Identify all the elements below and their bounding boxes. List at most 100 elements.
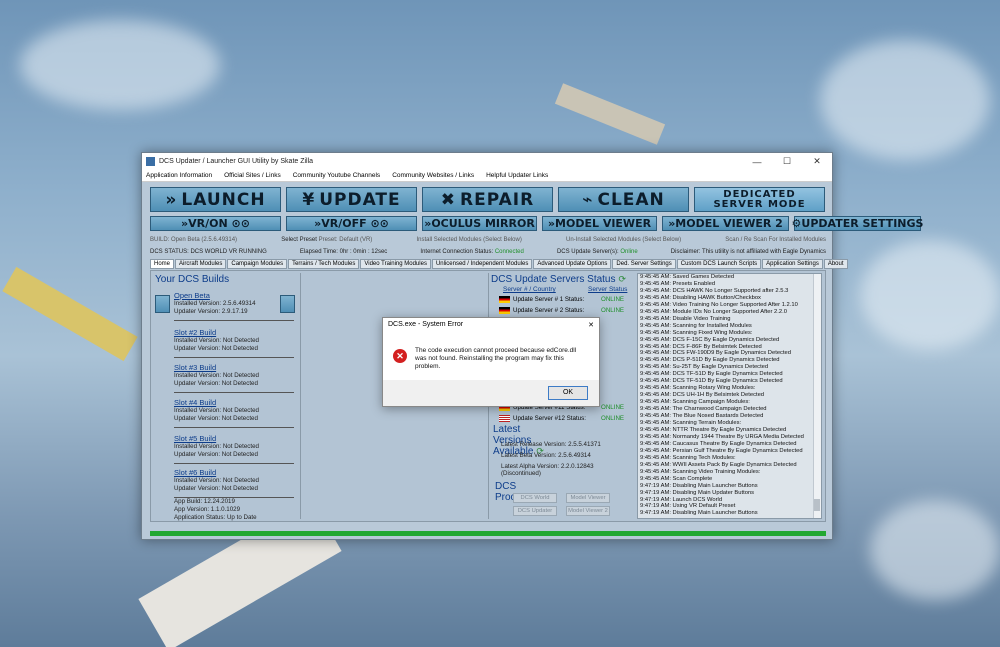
dcs-world-process-button[interactable]: DCS World [513,493,557,503]
secondary-buttons: » VR/ON ⊙⊙ » VR/OFF ⊙⊙ » OCULUS MIRROR » MOD… [150,216,923,231]
latest-release: Latest Release Version: 2.5.5.41371 [501,441,601,448]
log-line: 9:47:19 AM: Using VR Default Preset [640,503,736,510]
tab-advanced-update[interactable]: Advanced Update Options [533,259,612,269]
menu-application-information[interactable]: Application Information [146,172,212,179]
preset-select[interactable]: Preset: Default (VR) [319,237,373,243]
menu-bar: Application Information Official Sites /… [142,170,832,182]
menu-community-youtube[interactable]: Community Youtube Channels [293,172,380,179]
build-slot-name[interactable]: Slot #5 Build [174,435,289,443]
cloud [20,20,220,110]
dedicated-server-button[interactable]: DEDICATED SERVER MODE [694,187,825,212]
ok-button[interactable]: OK [548,386,588,400]
tab-ded-server[interactable]: Ded. Server Settings [612,259,676,269]
repair-label: REPAIR [460,189,535,210]
cloud [860,240,1000,350]
broom-icon: ⌁ [582,189,594,210]
tab-video-training[interactable]: Video Training Modules [360,259,431,269]
error-icon: ✕ [393,349,407,363]
tab-terrains[interactable]: Terrains / Tech Modules [288,259,360,269]
install-selected-button[interactable]: Install Selected Modules (Select Below) [416,237,521,243]
log-line: 9:45:45 AM: Scanning Fixed Wing Modules: [640,329,753,336]
installed-version: Installed Version: 2.5.6.49314 [174,300,256,307]
germany-flag-icon [499,296,510,303]
dedicated-label-2: SERVER MODE [713,198,806,210]
build-slot: Slot #4 Build Installed Version: Not Det… [174,399,294,428]
server-status: ONLINE [601,296,625,303]
tab-launch-scripts[interactable]: Custom DCS Launch Scripts [676,259,762,269]
scrollbar-thumb[interactable] [814,499,820,511]
tab-unlicensed[interactable]: Unlicensed / Independent Modules [431,259,533,269]
model-viewer-2-button[interactable]: » MODEL VIEWER 2 [662,216,789,231]
launch-button[interactable]: » LAUNCH [150,187,281,212]
builds-section: Your DCS Builds Open Beta Installed Vers… [154,273,301,521]
status-column-header: Server Status [588,286,628,293]
divider [174,427,294,428]
model-viewer-label: MODEL VIEWER [555,217,652,230]
tools-icon: ✖ [440,189,457,210]
log-line: 9:45:45 AM: Scanning Terrain Modules: [640,420,742,427]
menu-official-sites[interactable]: Official Sites / Links [224,172,281,179]
log-line: 9:45:45 AM: The Charnwood Campaign Detec… [640,406,767,413]
clean-button[interactable]: ⌁ CLEAN [558,187,689,212]
log-line: 9:45:45 AM: DCS UH-1H By Belsimtek Detec… [640,392,765,399]
vr-on-label: VR/ON [188,217,228,230]
oculus-mirror-label: OCULUS MIRROR [431,217,535,230]
tab-campaign-modules[interactable]: Campaign Modules [227,259,288,269]
build-slot-name[interactable]: Slot #2 Build [174,329,289,337]
log-line: 9:47:19 AM: Disabling Main Launcher Butt… [640,510,758,517]
server-label: Update Server # 2 Status: [513,307,585,314]
updater-version: Updater Version: Not Detected [174,380,258,387]
model-viewer-button[interactable]: » MODEL VIEWER [542,216,657,231]
updater-settings-button[interactable]: ⚙ UPDATER SETTINGS [792,216,923,231]
uninstall-selected-button[interactable]: Un-Install Selected Modules (Select Belo… [566,237,681,243]
log-line: 9:45:45 AM: Su-25T By Eagle Dynamics Det… [640,364,769,371]
log-line: 9:45:45 AM: Scanning Video Training Modu… [640,468,761,475]
build-slot-name[interactable]: Slot #3 Build [174,364,289,372]
dcs-updater-process-button[interactable]: DCS Updater [513,506,557,516]
log-line: 9:45:45 AM: DCS FW-190D9 By Eagle Dynami… [640,350,791,357]
dialog-close-button[interactable]: ✕ [588,321,594,329]
dedicated-label-1: DEDICATED [723,188,796,200]
build-slot-name[interactable]: Slot #6 Build [174,469,289,477]
build-slot-name[interactable]: Open Beta [174,292,289,300]
minimize-button[interactable]: — [742,157,772,167]
build-slot-name[interactable]: Slot #4 Build [174,399,289,407]
log-console[interactable]: 9:45:45 AM: Saved Games Detected 9:45:45 … [637,273,822,519]
build-slot: Open Beta Installed Version: 2.5.6.49314… [174,292,294,321]
vr-headset-icon: ⊙⊙ [370,217,389,230]
updater-version: Updater Version: 2.9.17.19 [174,308,248,315]
menu-community-websites[interactable]: Community Websites / Links [392,172,474,179]
server-row: Update Server # 1 Status: ONLINE [499,296,629,303]
tab-app-settings[interactable]: Application Settings [762,259,823,269]
maximize-button[interactable]: ☐ [772,156,802,167]
tab-bar: Home Aircraft Modules Campaign Modules T… [150,259,849,269]
build-left-button[interactable] [155,295,170,313]
repair-button[interactable]: ✖ REPAIR [422,187,553,212]
select-preset-label: Select Preset [281,237,317,243]
info-row-1: BUILD: Open Beta (2.5.6.49314) Select Pr… [150,237,826,243]
dialog-message: The code execution cannot proceed becaus… [415,347,577,370]
disclaimer: Disclaimer: This utility is not affiliat… [670,249,826,255]
tab-aircraft-modules[interactable]: Aircraft Modules [175,259,227,269]
tab-home[interactable]: Home [150,259,175,269]
dialog-title: DCS.exe - System Error [388,321,464,328]
latest-alpha: Latest Alpha Version: 2.2.0.12843 (Disco… [501,463,594,477]
cloud [870,500,1000,600]
log-line: 9:47:19 AM: Disabling Main Launcher Butt… [640,482,758,489]
close-button[interactable]: ✕ [802,156,832,167]
info-row-2: DCS STATUS: DCS WORLD VR RUNNING Elapsed… [150,249,826,255]
model-viewer-2-process-button[interactable]: Model Viewer 2 [566,506,610,516]
divider [174,392,294,393]
server-column-header: Server # / Country [503,286,556,293]
vr-off-button[interactable]: » VR/OFF ⊙⊙ [286,216,417,231]
vr-on-button[interactable]: » VR/ON ⊙⊙ [150,216,281,231]
update-button[interactable]: ¥ UPDATE [286,187,417,212]
scan-modules-button[interactable]: Scan / Re Scan For Installed Modules [725,237,826,243]
log-line: 9:45:45 AM: Scanning Tech Modules: [640,454,736,461]
tab-about[interactable]: About [823,259,848,269]
log-scrollbar[interactable] [813,274,821,518]
menu-helpful-links[interactable]: Helpful Updater Links [486,172,548,179]
model-viewer-process-button[interactable]: Model Viewer [566,493,610,503]
refresh-icon[interactable]: ⟳ [619,274,627,284]
oculus-mirror-button[interactable]: » OCULUS MIRROR [422,216,537,231]
